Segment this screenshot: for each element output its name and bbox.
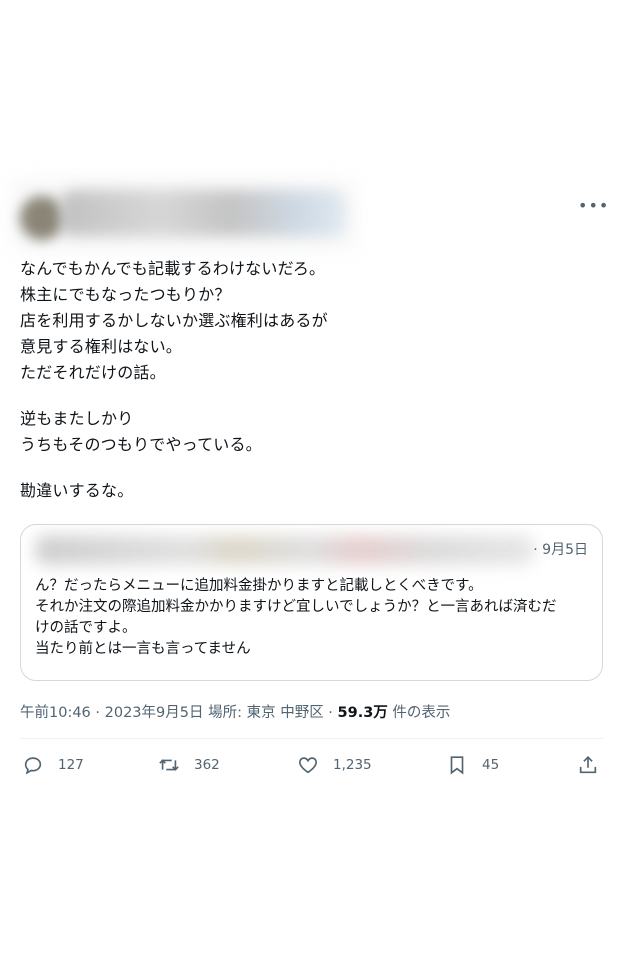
tweet-text: なんでもかんでも記載するわけないだろ。 株主にでもなったつもりか？ 店を利用する… [20, 256, 600, 504]
bookmark-button[interactable]: 45 [446, 750, 499, 780]
reply-count: 127 [58, 757, 84, 773]
views-label[interactable]: 件の表示 [388, 705, 450, 721]
share-button[interactable] [577, 750, 599, 780]
tweet-date[interactable]: 2023年9月5日 [105, 705, 204, 721]
reply-icon [24, 757, 42, 775]
tweet-line: ただそれだけの話。 [20, 363, 166, 382]
separator: · [323, 705, 338, 721]
tweet-location[interactable]: 場所: 東京 中野区 [203, 705, 324, 721]
heart-icon [299, 757, 317, 774]
tweet-time[interactable]: 午前10:46 [20, 705, 91, 721]
quoted-tweet-text: ん？だったらメニューに追加料金掛かりますと記載しとくべきです。 それか注文の際追… [35, 576, 595, 660]
tweet-line: 株主にでもなったつもりか？ [20, 285, 231, 304]
retweet-button[interactable]: 362 [158, 750, 220, 780]
quoted-tweet-line: けの話ですよ。 [35, 620, 137, 636]
like-button[interactable]: 1,235 [297, 750, 372, 780]
divider [20, 738, 603, 739]
reply-button[interactable]: 127 [22, 750, 84, 780]
tweet-meta: 午前10:46 · 2023年9月5日 場所: 東京 中野区 · 59.3万 件… [20, 701, 450, 722]
tweet-line: 店を利用するかしないか選ぶ権利はあるが [20, 311, 328, 330]
tweet-card: ••• なんでもかんでも記載するわけないだろ。 株主にでもなったつもりか？ 店を… [0, 178, 620, 788]
retweet-count: 362 [194, 757, 220, 773]
tweet-line: うちもそのつもりでやっている。 [20, 435, 262, 454]
share-icon [579, 756, 597, 774]
tweet-line: 逆もまたしかり [20, 409, 134, 428]
avatar[interactable] [20, 196, 64, 240]
quoted-author-blurred [35, 535, 535, 565]
retweet-icon [159, 759, 179, 771]
tweet-line: なんでもかんでも記載するわけないだろ。 [20, 259, 326, 278]
quoted-tweet-line: 当たり前とは一言も言ってません [35, 641, 251, 657]
like-count: 1,235 [333, 757, 372, 773]
quoted-tweet[interactable]: · 9月5日 ん？だったらメニューに追加料金掛かりますと記載しとくべきです。 そ… [20, 524, 603, 681]
separator: · [90, 705, 105, 721]
bookmark-icon [450, 756, 464, 775]
views-count[interactable]: 59.3万 [338, 705, 388, 721]
tweet-line: 意見する権利はない。 [20, 337, 183, 356]
more-horizontal-icon[interactable]: ••• [578, 196, 608, 216]
tweet-line: 勘違いするな。 [20, 481, 134, 500]
author-name-blurred[interactable] [60, 190, 345, 236]
quoted-tweet-date[interactable]: · 9月5日 [533, 539, 588, 559]
quoted-tweet-line: ん？だったらメニューに追加料金掛かりますと記載しとくべきです。 [35, 578, 483, 594]
quoted-tweet-line: それか注文の際追加料金かかりますけど宜しいでしょうか？と一言あれば済むだ [35, 599, 557, 615]
bookmark-count: 45 [482, 757, 500, 773]
